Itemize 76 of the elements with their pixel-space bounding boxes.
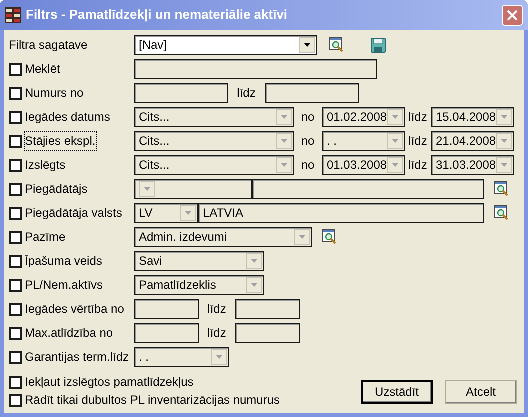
field-label: Garantijas term.līdz <box>25 349 130 366</box>
checkbox[interactable] <box>9 182 22 196</box>
lookup-icon[interactable] <box>494 205 510 221</box>
input-field[interactable] <box>134 299 199 319</box>
close-icon <box>507 10 518 20</box>
dropdown-field[interactable]: Cits... <box>134 155 294 175</box>
field-label: Filtra sagatave <box>9 37 88 54</box>
dropdown-field[interactable]: Cits... <box>134 107 294 127</box>
window-title: Filtrs - Pamatlīdzekļi un nemateriālie aktīvi <box>26 6 289 24</box>
field-label: Pazīme <box>25 229 66 246</box>
field-label: līdz <box>408 133 428 150</box>
checkbox[interactable] <box>9 230 22 244</box>
dropdown-field[interactable]: 01.03.2008 <box>322 155 405 175</box>
dropdown-field[interactable]: Admin. izdevumi <box>134 227 312 247</box>
input-field[interactable] <box>134 323 199 343</box>
dropdown-field[interactable]: . . <box>322 131 405 151</box>
checkbox[interactable] <box>9 394 22 406</box>
field-label: līdz <box>206 301 228 318</box>
field-label: Izslēgts <box>25 157 66 174</box>
checkbox[interactable] <box>9 110 22 124</box>
field-label: Iegādes datums <box>25 109 110 126</box>
lookup-icon[interactable] <box>322 229 338 245</box>
input-field[interactable]: LATVIA <box>198 203 484 223</box>
input-field[interactable] <box>235 299 300 319</box>
field-label: Iegādes vērtība no <box>25 301 124 318</box>
input-field[interactable] <box>252 179 484 199</box>
field-label: PL/Nem.aktīvs <box>25 277 104 294</box>
checkbox[interactable] <box>9 278 22 292</box>
save-icon[interactable] <box>371 38 386 52</box>
dialog-button[interactable]: Uzstādīt <box>361 380 433 404</box>
field-label: Max.atlīdzība no <box>25 325 114 342</box>
input-field[interactable] <box>134 59 377 79</box>
dropdown-field[interactable]: Cits... <box>134 131 294 151</box>
input-field[interactable] <box>265 83 359 103</box>
option-label: Rādīt tikai dubultos PL inventarizācijas numurus <box>25 392 280 409</box>
field-label: Stājies ekspl. <box>25 132 96 150</box>
field-label: no <box>300 109 316 126</box>
field-label: līdz <box>206 325 228 342</box>
dropdown-field[interactable]: 31.03.2008 <box>431 155 514 175</box>
field-label: Īpašuma veids <box>25 253 102 270</box>
checkbox[interactable] <box>9 62 22 76</box>
close-button[interactable] <box>502 4 523 26</box>
dropdown-field[interactable]: 15.04.2008 <box>431 107 514 127</box>
dropdown-field[interactable]: LV <box>134 203 198 223</box>
field-label: no <box>300 157 316 174</box>
app-icon <box>5 7 21 23</box>
checkbox[interactable] <box>9 376 22 388</box>
checkbox[interactable] <box>9 326 22 340</box>
field-label: Piegādātāja valsts <box>25 205 122 222</box>
checkbox[interactable] <box>9 134 22 148</box>
checkbox[interactable] <box>9 86 22 100</box>
checkbox[interactable] <box>9 302 22 316</box>
dropdown-field[interactable]: Savi <box>134 251 264 271</box>
dropdown-field[interactable]: . . <box>134 347 229 367</box>
dropdown-field[interactable] <box>134 179 252 199</box>
dropdown-field[interactable]: 21.04.2008 <box>431 131 514 151</box>
field-label: Meklēt <box>25 61 60 78</box>
field-label: līdz <box>408 109 428 126</box>
field-label: līdz <box>408 157 428 174</box>
dialog-button[interactable]: Atcelt <box>445 380 517 404</box>
dropdown-field[interactable]: Pamatlīdzeklis <box>134 275 264 295</box>
field-label: līdz <box>236 85 257 102</box>
checkbox[interactable] <box>9 350 22 364</box>
checkbox[interactable] <box>9 158 22 172</box>
lookup-icon[interactable] <box>329 37 345 53</box>
checkbox[interactable] <box>9 254 22 268</box>
checkbox[interactable] <box>9 206 22 220</box>
lookup-icon[interactable] <box>494 181 510 197</box>
option-label: Iekļaut izslēgtos pamatlīdzekļus <box>25 374 194 391</box>
input-field[interactable] <box>134 83 228 103</box>
field-label: Piegādātājs <box>25 181 88 198</box>
field-label: Numurs no <box>25 85 84 102</box>
field-label: no <box>300 133 316 150</box>
dropdown-field[interactable]: 01.02.2008 <box>322 107 405 127</box>
input-field[interactable] <box>235 323 300 343</box>
dropdown-field[interactable]: [Nav] <box>134 35 317 55</box>
